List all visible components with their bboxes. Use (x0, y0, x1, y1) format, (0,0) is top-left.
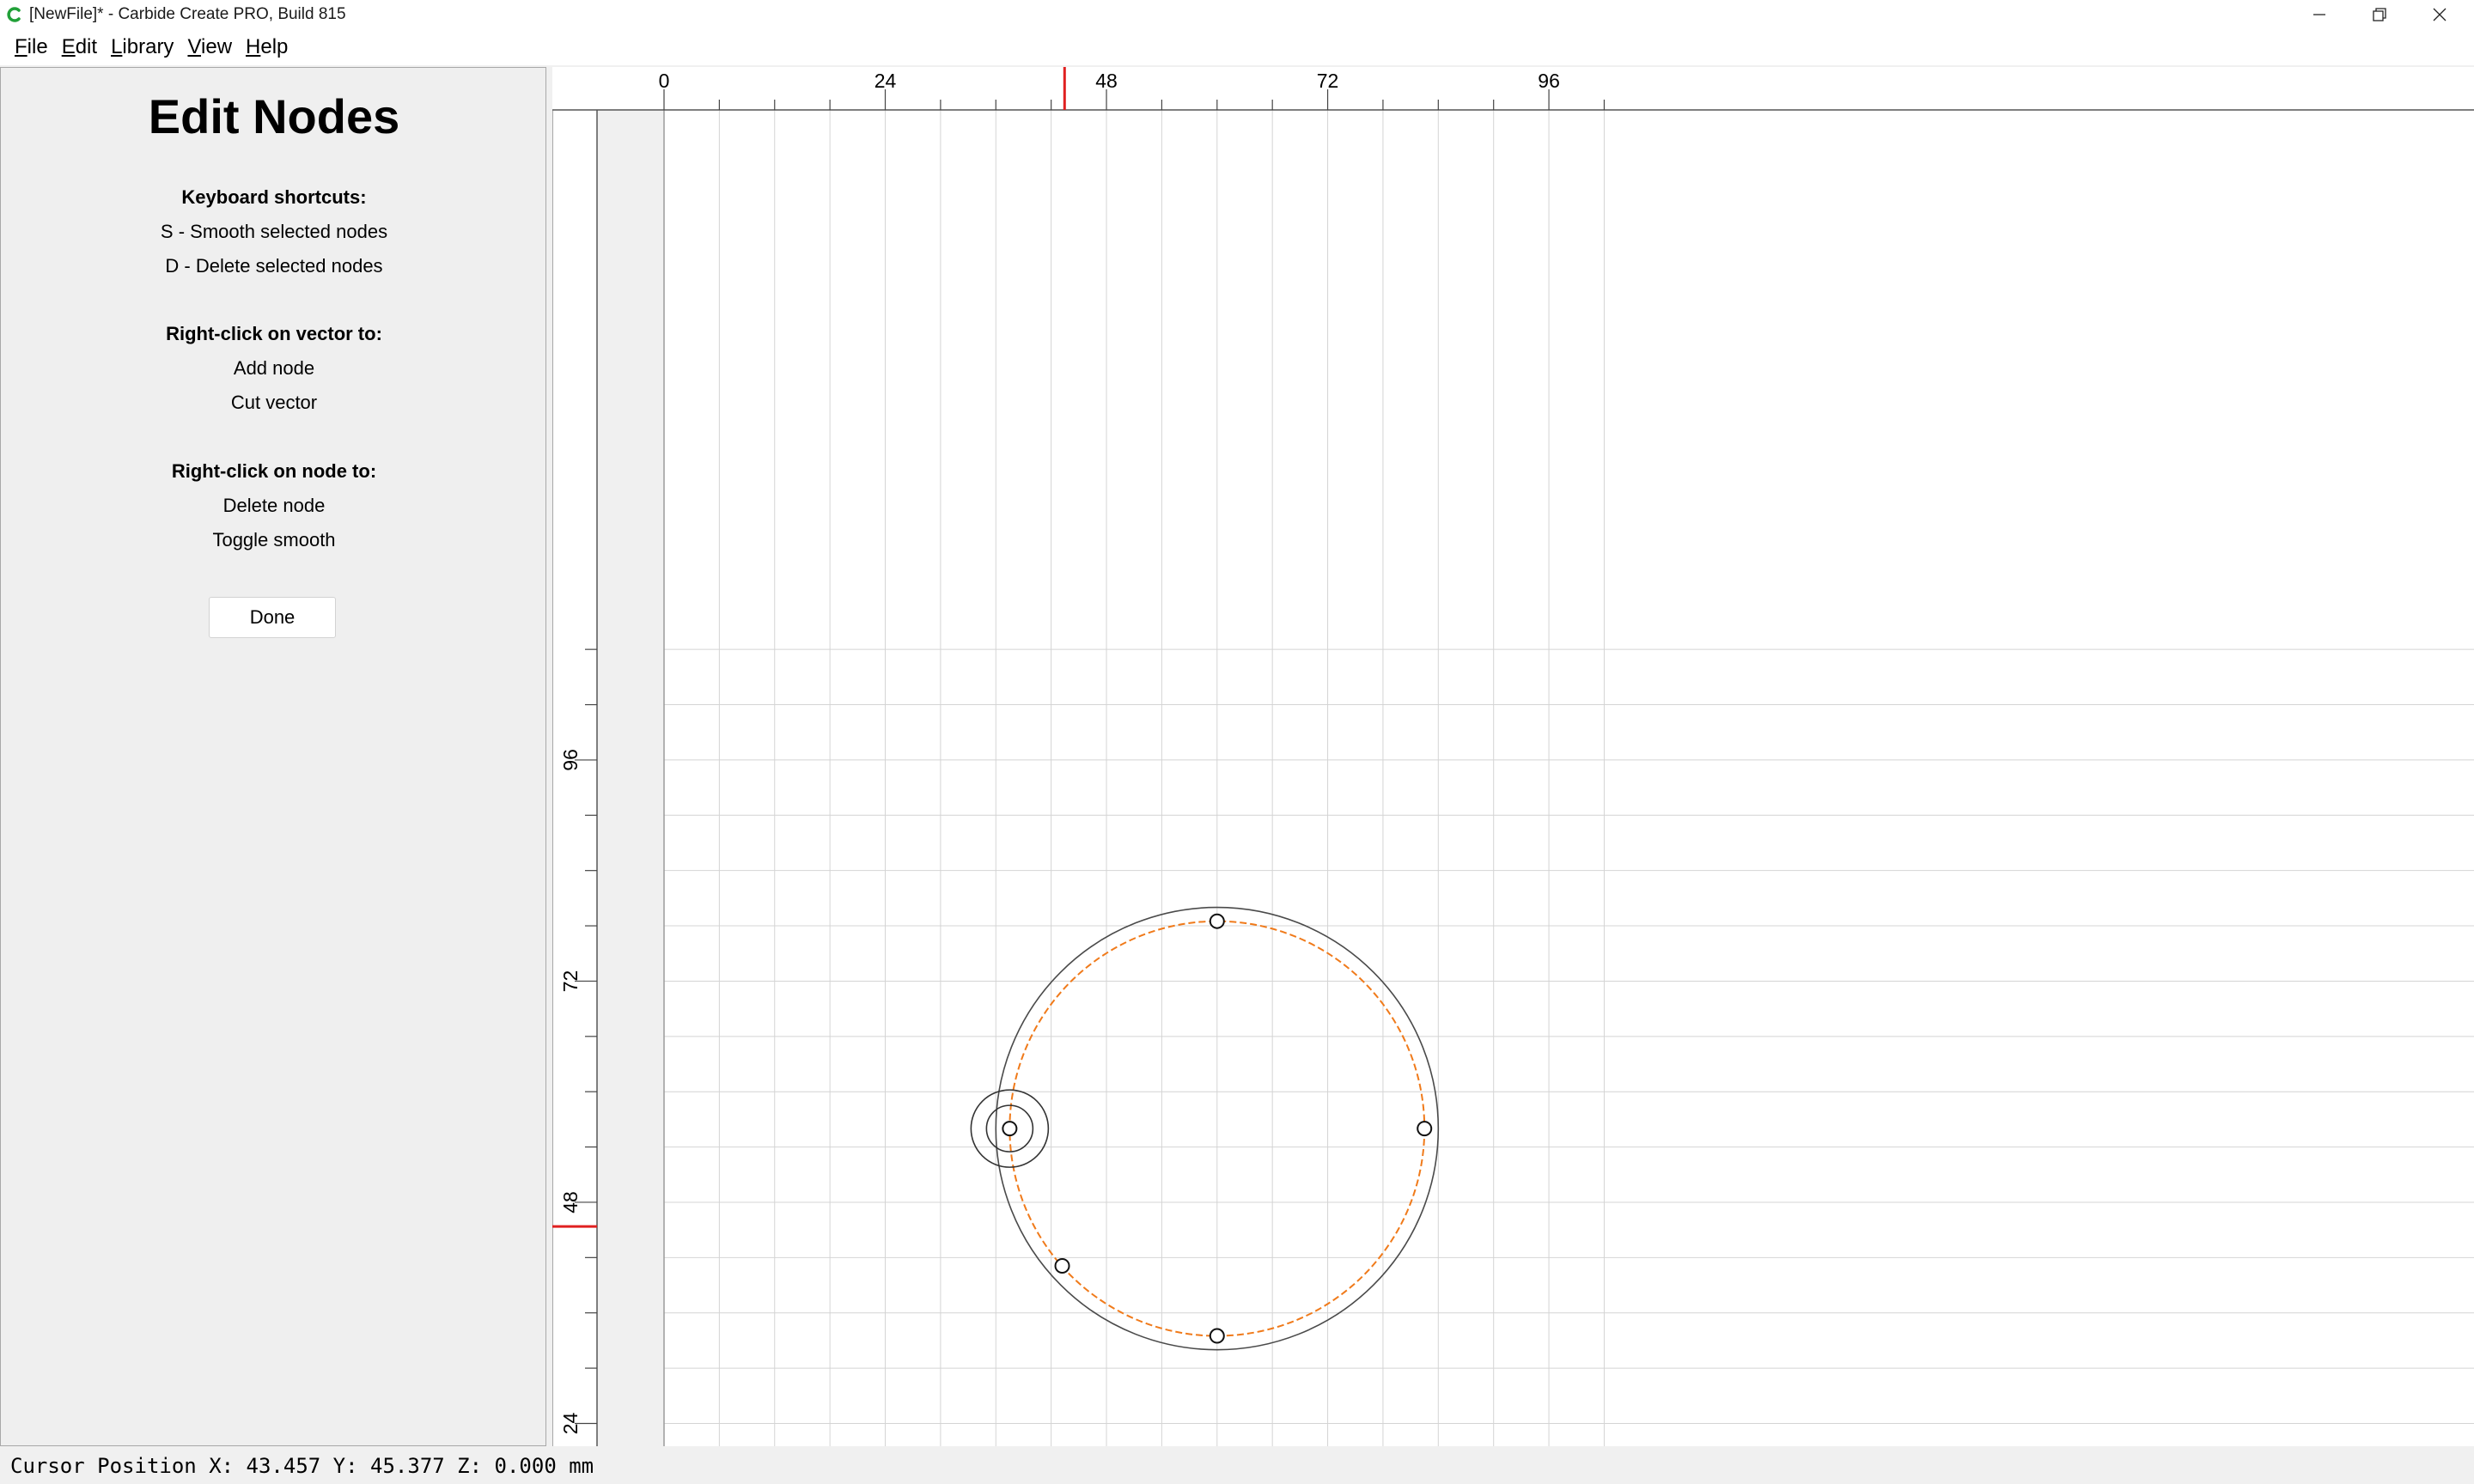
vector-actions-heading: Right-click on vector to: (166, 323, 382, 344)
add-node-text: Add node (233, 357, 315, 379)
left-ruler-label: 72 (559, 970, 582, 993)
selected-node[interactable] (1002, 1121, 1018, 1137)
restore-icon (2373, 8, 2386, 21)
left-ruler-label: 96 (559, 749, 582, 771)
restore-button[interactable] (2345, 0, 2414, 29)
close-button[interactable] (2405, 0, 2474, 29)
edit-nodes-panel: Edit Nodes Keyboard shortcuts: S - Smoot… (0, 67, 546, 1446)
top-ruler-label: 96 (1538, 70, 1560, 92)
menu-view[interactable]: View (180, 29, 239, 65)
cut-vector-text: Cut vector (230, 392, 318, 413)
node-actions-heading: Right-click on node to: (171, 460, 377, 482)
top-ruler-label: 0 (659, 70, 670, 92)
minimize-button[interactable] (2285, 0, 2354, 29)
minimize-icon (2313, 14, 2325, 15)
left-ruler-label: 48 (559, 1191, 582, 1213)
status-bar: Cursor Position X: 43.457 Y: 45.377 Z: 0… (0, 1446, 2474, 1484)
cursor-position-readout: Cursor Position X: 43.457 Y: 45.377 Z: 0… (10, 1454, 594, 1478)
carbide-create-logo-icon (7, 7, 21, 22)
top-ruler-label: 72 (1317, 70, 1339, 92)
vector-node[interactable] (1054, 1257, 1070, 1274)
menu-file[interactable]: File (8, 29, 55, 65)
top-ruler-label: 24 (874, 70, 897, 92)
panel-title: Edit Nodes (148, 89, 400, 143)
title-bar: [NewFile]* - Carbide Create PRO, Build 8… (0, 0, 2474, 29)
top-ruler-label: 48 (1095, 70, 1118, 92)
stock-margin (597, 110, 664, 1446)
keyboard-shortcuts-heading: Keyboard shortcuts: (181, 186, 367, 208)
toggle-smooth-text: Toggle smooth (212, 529, 336, 550)
menu-help[interactable]: Help (239, 29, 295, 65)
menu-bar: File Edit Library View Help (0, 29, 2474, 65)
delete-node-text: Delete node (222, 495, 326, 516)
vector-node[interactable] (1417, 1121, 1433, 1137)
shortcut-delete-text: D - Delete selected nodes (165, 255, 383, 277)
shortcut-smooth-text: S - Smooth selected nodes (160, 221, 388, 242)
left-ruler-label: 24 (559, 1412, 582, 1434)
vector-node[interactable] (1209, 1328, 1225, 1344)
window-title: [NewFile]* - Carbide Create PRO, Build 8… (29, 5, 346, 23)
done-button[interactable]: Done (209, 597, 336, 638)
design-canvas[interactable]: 0 24 48 72 96 96 72 48 24 (552, 67, 2474, 1446)
canvas-drawing[interactable]: 0 24 48 72 96 96 72 48 24 (552, 67, 2474, 1446)
top-ruler[interactable] (552, 67, 2474, 110)
menu-edit[interactable]: Edit (55, 29, 104, 65)
close-icon (2433, 8, 2447, 21)
ruler-corner (552, 67, 597, 110)
menu-library[interactable]: Library (104, 29, 180, 65)
vector-node[interactable] (1209, 913, 1225, 929)
